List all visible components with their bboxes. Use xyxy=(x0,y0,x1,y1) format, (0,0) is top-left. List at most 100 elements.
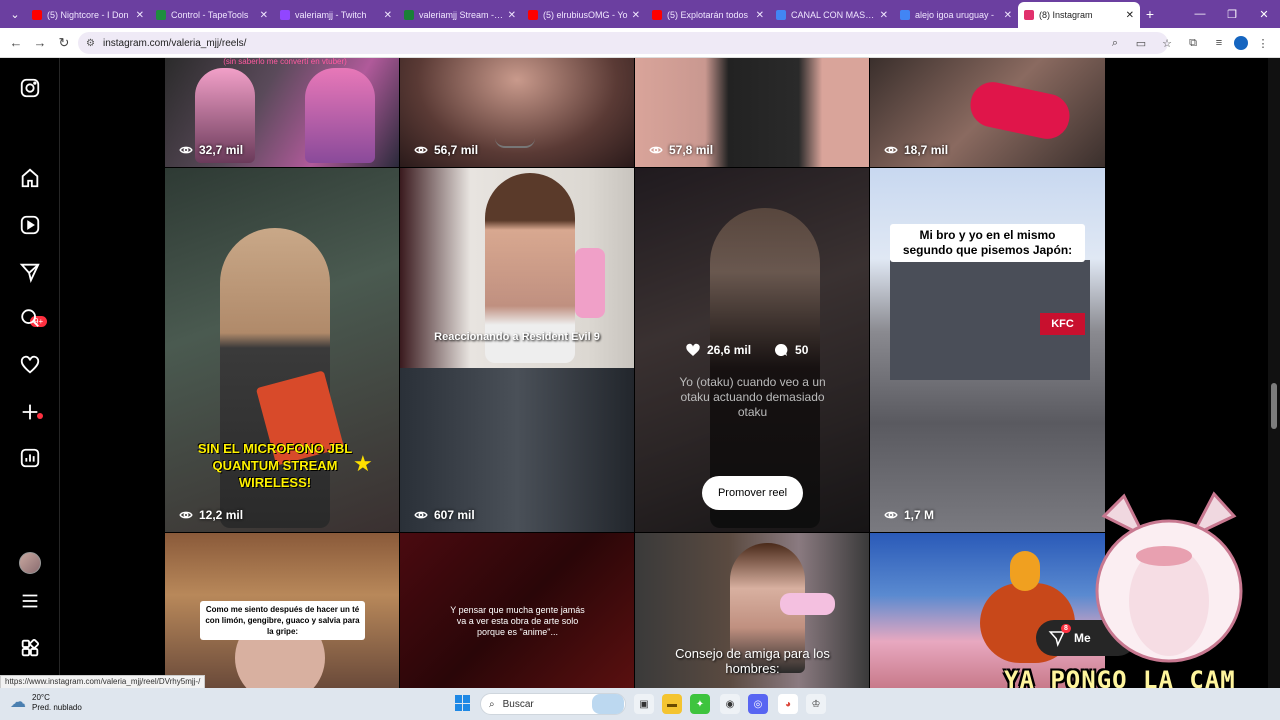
reel-tile[interactable]: SIN EL MICROFONO JBL QUANTUM STREAM WIRE… xyxy=(165,168,399,532)
reel-tile-hovered[interactable]: Yo (otaku) cuando veo a un otaku actuand… xyxy=(635,168,869,532)
browser-tab[interactable]: valeriamjj - Twitch ✕ xyxy=(274,2,398,28)
browser-tab-active[interactable]: (8) Instagram ✕ xyxy=(1018,2,1140,28)
tab-close-icon[interactable]: ✕ xyxy=(1126,10,1134,21)
reel-caption: Yo (otaku) cuando veo a un otaku actuand… xyxy=(679,375,826,419)
tab-search-button[interactable]: ⌄ xyxy=(4,4,26,24)
browser-menu-icon[interactable]: ⋮ xyxy=(1252,32,1274,54)
reel-caption: Como me siento después de hacer un té co… xyxy=(200,601,365,640)
star-icon: ★ xyxy=(353,451,373,476)
page-scrollbar[interactable] xyxy=(1268,58,1280,688)
new-tab-button[interactable]: + xyxy=(1140,6,1160,22)
tab-favicon-icon xyxy=(156,10,166,20)
tab-favicon-icon xyxy=(1024,10,1034,20)
browser-tab[interactable]: CANAL CON MAS SU ✕ xyxy=(770,2,894,28)
reel-caption: Reaccionando a Resident Evil 9 xyxy=(434,331,600,343)
reel-tile[interactable]: KFC Mi bro y yo en el mismo segundo que … xyxy=(870,168,1105,532)
play-count-icon xyxy=(179,146,193,154)
tab-close-icon[interactable]: ✕ xyxy=(632,10,640,21)
direct-messages-icon[interactable] xyxy=(18,260,42,284)
notifications-heart-icon[interactable] xyxy=(18,353,42,377)
create-plus-icon[interactable] xyxy=(18,400,42,424)
discord-icon[interactable]: ◎ xyxy=(748,694,768,714)
profile-avatar[interactable] xyxy=(19,552,41,574)
reel-tile[interactable]: Y pensar que mucha gente jamás va a ver … xyxy=(400,533,634,688)
reel-tile[interactable]: 18,7 mil xyxy=(870,58,1105,167)
obs-icon[interactable]: ◉ xyxy=(720,694,740,714)
cast-icon[interactable]: ▭ xyxy=(1130,32,1152,54)
reel-tile[interactable]: 56,7 mil xyxy=(400,58,634,167)
instagram-logo-icon[interactable] xyxy=(18,76,42,100)
more-menu-icon[interactable] xyxy=(18,589,42,613)
kfc-sign: KFC xyxy=(1040,313,1085,335)
tab-title: (5) Explotarán todos xyxy=(667,10,749,20)
tab-close-icon[interactable]: ✕ xyxy=(756,10,764,21)
tab-title: (8) Instagram xyxy=(1039,10,1093,20)
promote-reel-button[interactable]: Promover reel xyxy=(702,476,803,510)
app-icon[interactable]: ♔ xyxy=(806,694,826,714)
media-icon[interactable]: ≡ xyxy=(1208,32,1230,54)
browser-tab[interactable]: (5) Explotarán todos ✕ xyxy=(646,2,770,28)
search-icon[interactable] xyxy=(18,306,42,330)
browser-tab[interactable]: (5) elrubiusOMG - Yo ✕ xyxy=(522,2,646,28)
view-count: 607 mil xyxy=(414,508,475,522)
tab-favicon-icon xyxy=(776,10,786,20)
back-icon[interactable]: ← xyxy=(4,31,28,55)
reel-tile[interactable]: (sin saberlo me convertí en vtuber) 32,7… xyxy=(165,58,399,167)
tab-favicon-icon xyxy=(900,10,910,20)
view-count: 56,7 mil xyxy=(414,143,478,157)
tab-title: (5) Nightcore - I Don xyxy=(47,10,129,20)
zoom-icon[interactable]: ⌕ xyxy=(1104,32,1126,54)
forward-icon[interactable]: → xyxy=(28,31,52,55)
browser-tab[interactable]: Control - TapeTools ✕ xyxy=(150,2,274,28)
tab-close-icon[interactable]: ✕ xyxy=(136,10,144,21)
address-bar[interactable]: ⚙ instagram.com/valeria_mjj/reels/ xyxy=(78,32,1168,54)
window-controls: — ❐ ✕ xyxy=(1184,0,1280,28)
cloud-icon: ☁ xyxy=(10,694,26,711)
browser-tab[interactable]: alejo igoa uruguay - ✕ xyxy=(894,2,1018,28)
reel-tile[interactable]: Consejo de amiga para los hombres: xyxy=(635,533,869,688)
play-count-icon xyxy=(649,146,663,154)
weather-description: Pred. nublado xyxy=(32,703,82,712)
windows-taskbar: ☁ 20°C Pred. nublado ⌕ Buscar ▣ ▬ ✦ ◉ ◎ … xyxy=(0,688,1280,720)
extensions-icon[interactable]: ⧉ xyxy=(1182,32,1204,54)
bookmark-star-icon[interactable]: ☆ xyxy=(1156,32,1178,54)
view-count: 12,2 mil xyxy=(179,508,243,522)
tab-close-icon[interactable]: ✕ xyxy=(384,10,392,21)
windows-start-icon[interactable] xyxy=(455,695,471,711)
reload-icon[interactable]: ↻ xyxy=(52,31,76,55)
file-explorer-icon[interactable]: ▬ xyxy=(662,694,682,714)
reel-tile[interactable]: Como me siento después de hacer un té co… xyxy=(165,533,399,688)
browser-profile-icon[interactable] xyxy=(1234,36,1248,50)
instagram-sidebar: 9+ xyxy=(0,58,60,688)
reel-tile[interactable] xyxy=(870,533,1105,688)
dashboard-icon[interactable] xyxy=(18,446,42,470)
site-info-icon[interactable]: ⚙ xyxy=(86,38,95,49)
minimize-icon[interactable]: — xyxy=(1184,0,1216,28)
reels-icon[interactable] xyxy=(18,213,42,237)
home-icon[interactable] xyxy=(18,166,42,190)
close-window-icon[interactable]: ✕ xyxy=(1248,0,1280,28)
tab-title: (5) elrubiusOMG - Yo xyxy=(543,10,628,20)
restore-icon[interactable]: ❐ xyxy=(1216,0,1248,28)
browser-tab[interactable]: (5) Nightcore - I Don ✕ xyxy=(26,2,150,28)
tab-close-icon[interactable]: ✕ xyxy=(880,10,888,21)
weather-widget[interactable]: ☁ 20°C Pred. nublado xyxy=(10,693,82,713)
tab-close-icon[interactable]: ✕ xyxy=(508,10,516,21)
view-count: 57,8 mil xyxy=(649,143,713,157)
view-count: 1,7 M xyxy=(884,508,934,522)
chrome-icon[interactable]: ◕ xyxy=(778,694,798,714)
reel-caption: Consejo de amiga para los hombres: xyxy=(675,646,830,676)
scrollbar-thumb[interactable] xyxy=(1271,383,1277,429)
tab-close-icon[interactable]: ✕ xyxy=(1004,10,1012,21)
tab-favicon-icon xyxy=(404,10,414,20)
task-view-icon[interactable]: ▣ xyxy=(634,694,654,714)
tab-close-icon[interactable]: ✕ xyxy=(260,10,268,21)
temperature: 20°C xyxy=(32,693,50,702)
also-from-meta-icon[interactable] xyxy=(18,636,42,660)
reel-tile[interactable]: 57,8 mil xyxy=(635,58,869,167)
browser-tab[interactable]: valeriamjj Stream - W ✕ xyxy=(398,2,522,28)
reel-tile[interactable]: Reaccionando a Resident Evil 9 607 mil xyxy=(400,168,634,532)
green-app-icon[interactable]: ✦ xyxy=(690,694,710,714)
anime-girl-art xyxy=(305,68,375,163)
search-highlight-icon[interactable] xyxy=(592,694,624,714)
